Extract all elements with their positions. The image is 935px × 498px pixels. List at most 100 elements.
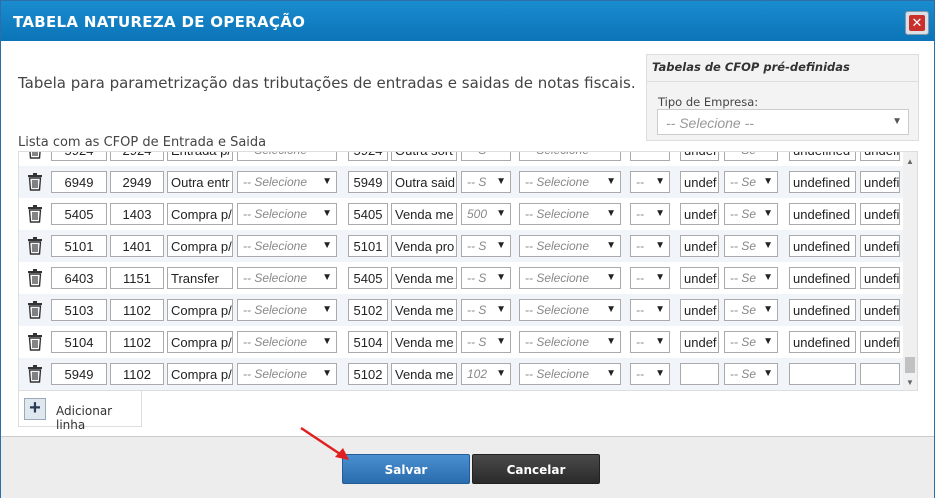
- cfop-saida-input[interactable]: 2949: [110, 171, 164, 193]
- valor-c-input[interactable]: undefi: [860, 171, 900, 193]
- valor-b-input[interactable]: undefined: [789, 267, 856, 289]
- trash-icon[interactable]: [27, 365, 43, 383]
- cfop-ref-input[interactable]: 5101: [348, 235, 388, 257]
- cst-select[interactable]: -- S ▼: [461, 235, 511, 257]
- close-icon[interactable]: ✕: [909, 15, 925, 31]
- cst-select[interactable]: -- S ▼: [461, 171, 511, 193]
- situacao-select[interactable]: -- Selecione ▼: [519, 331, 621, 353]
- close-button[interactable]: ✕: [905, 11, 929, 35]
- cfop-ref-input[interactable]: 5102: [348, 363, 388, 385]
- tipo-select[interactable]: -- Se ▼: [724, 267, 778, 289]
- cfop-entrada-input[interactable]: 5103: [51, 299, 107, 321]
- trash-icon[interactable]: [27, 333, 43, 351]
- trash-icon[interactable]: [27, 173, 43, 191]
- tributacao-select[interactable]: -- Selecione ▼: [237, 267, 337, 289]
- situacao-select[interactable]: -- Selecione ▼: [519, 203, 621, 225]
- valor-a-input[interactable]: undef: [680, 267, 719, 289]
- descricao-entrada-input[interactable]: Compra p/: [167, 331, 233, 353]
- descricao-entrada-input[interactable]: Outra entr: [167, 171, 233, 193]
- tributacao-select[interactable]: -- Selecione ▼: [237, 171, 337, 193]
- valor-c-input[interactable]: undefi: [860, 267, 900, 289]
- trash-icon[interactable]: [27, 205, 43, 223]
- cfop-entrada-input[interactable]: 6403: [51, 267, 107, 289]
- descricao-saida-input[interactable]: Venda me: [391, 363, 457, 385]
- valor-a-input[interactable]: undef: [680, 235, 719, 257]
- descricao-entrada-input[interactable]: Compra p/: [167, 299, 233, 321]
- flag-select[interactable]: -- ▼: [630, 363, 670, 385]
- flag-select[interactable]: -- ▼: [630, 235, 670, 257]
- descricao-entrada-input[interactable]: Compra p/: [167, 203, 233, 225]
- cfop-ref-input[interactable]: 5405: [348, 267, 388, 289]
- descricao-saida-input[interactable]: Venda me: [391, 203, 457, 225]
- cfop-entrada-input[interactable]: 5405: [51, 203, 107, 225]
- cfop-saida-input[interactable]: 1401: [110, 235, 164, 257]
- descricao-saida-input[interactable]: Venda me: [391, 331, 457, 353]
- cfop-saida-input[interactable]: 1151: [110, 267, 164, 289]
- tipo-select[interactable]: -- Se ▼: [724, 203, 778, 225]
- valor-c-input[interactable]: undefi: [860, 203, 900, 225]
- trash-icon[interactable]: [27, 301, 43, 319]
- valor-c-input[interactable]: undefi: [860, 299, 900, 321]
- cancel-button[interactable]: Cancelar: [472, 454, 600, 484]
- valor-b-input[interactable]: undefined: [789, 299, 856, 321]
- cfop-ref-input[interactable]: 5949: [348, 171, 388, 193]
- descricao-saida-input[interactable]: Venda me: [391, 267, 457, 289]
- scroll-down-icon[interactable]: ▼: [906, 378, 914, 387]
- cfop-ref-input[interactable]: 5104: [348, 331, 388, 353]
- trash-icon[interactable]: [27, 152, 43, 159]
- situacao-select[interactable]: -- Selecione ▼: [519, 152, 621, 161]
- cfop-ref-input[interactable]: 5102: [348, 299, 388, 321]
- flag-select[interactable]: -- ▼: [630, 331, 670, 353]
- cfop-entrada-input[interactable]: 6949: [51, 171, 107, 193]
- cfop-saida-input[interactable]: 1102: [110, 363, 164, 385]
- tributacao-select[interactable]: -- Selecione ▼: [237, 299, 337, 321]
- cfop-entrada-input[interactable]: 5104: [51, 331, 107, 353]
- scrollbar-thumb[interactable]: [905, 357, 915, 373]
- add-row-button[interactable]: + Adicionar linha: [18, 391, 142, 432]
- trash-icon[interactable]: [27, 269, 43, 287]
- tributacao-select[interactable]: -- Selecione ▼: [237, 235, 337, 257]
- valor-b-input[interactable]: undefined: [789, 171, 856, 193]
- situacao-select[interactable]: -- Selecione ▼: [519, 267, 621, 289]
- valor-b-input[interactable]: undefined: [789, 152, 856, 161]
- tributacao-select[interactable]: -- Selecione ▼: [237, 331, 337, 353]
- descricao-entrada-input[interactable]: Entrada p/: [167, 152, 233, 161]
- valor-b-input[interactable]: undefined: [789, 331, 856, 353]
- company-type-select[interactable]: -- Selecione -- ▼: [657, 109, 909, 135]
- scroll-up-icon[interactable]: ▲: [906, 157, 914, 166]
- descricao-saida-input[interactable]: Venda pro: [391, 235, 457, 257]
- cfop-saida-input[interactable]: 1102: [110, 331, 164, 353]
- situacao-select[interactable]: -- Selecione ▼: [519, 299, 621, 321]
- save-button[interactable]: Salvar: [342, 454, 470, 484]
- cst-select[interactable]: -- S ▼: [461, 152, 511, 161]
- trash-icon[interactable]: [27, 237, 43, 255]
- flag-select[interactable]: -- ▼: [630, 171, 670, 193]
- valor-a-input[interactable]: [680, 363, 719, 385]
- valor-b-input[interactable]: undefined: [789, 203, 856, 225]
- flag-select[interactable]: -- ▼: [630, 152, 670, 161]
- valor-a-input[interactable]: undef: [680, 299, 719, 321]
- cfop-ref-input[interactable]: 5405: [348, 203, 388, 225]
- valor-a-input[interactable]: undef: [680, 331, 719, 353]
- descricao-saida-input[interactable]: Outra said: [391, 171, 457, 193]
- plus-icon[interactable]: +: [24, 398, 46, 420]
- table-scrollbar[interactable]: ▲ ▼: [903, 152, 917, 390]
- tributacao-select[interactable]: -- Selecione ▼: [237, 203, 337, 225]
- valor-c-input[interactable]: [860, 363, 900, 385]
- situacao-select[interactable]: -- Selecione ▼: [519, 171, 621, 193]
- valor-b-input[interactable]: [789, 363, 856, 385]
- flag-select[interactable]: -- ▼: [630, 267, 670, 289]
- valor-b-input[interactable]: undefined: [789, 235, 856, 257]
- cfop-entrada-input[interactable]: 5101: [51, 235, 107, 257]
- situacao-select[interactable]: -- Selecione ▼: [519, 235, 621, 257]
- cfop-ref-input[interactable]: 5924: [348, 152, 388, 161]
- tipo-select[interactable]: -- Se ▼: [724, 235, 778, 257]
- valor-c-input[interactable]: undefi: [860, 331, 900, 353]
- cfop-saida-input[interactable]: 2924: [110, 152, 164, 161]
- descricao-entrada-input[interactable]: Compra p/: [167, 235, 233, 257]
- tipo-select[interactable]: -- Se ▼: [724, 331, 778, 353]
- tributacao-select[interactable]: -- Selecione ▼: [237, 152, 337, 161]
- flag-select[interactable]: -- ▼: [630, 203, 670, 225]
- descricao-saida-input[interactable]: Venda me: [391, 299, 457, 321]
- tipo-select[interactable]: -- Se ▼: [724, 363, 778, 385]
